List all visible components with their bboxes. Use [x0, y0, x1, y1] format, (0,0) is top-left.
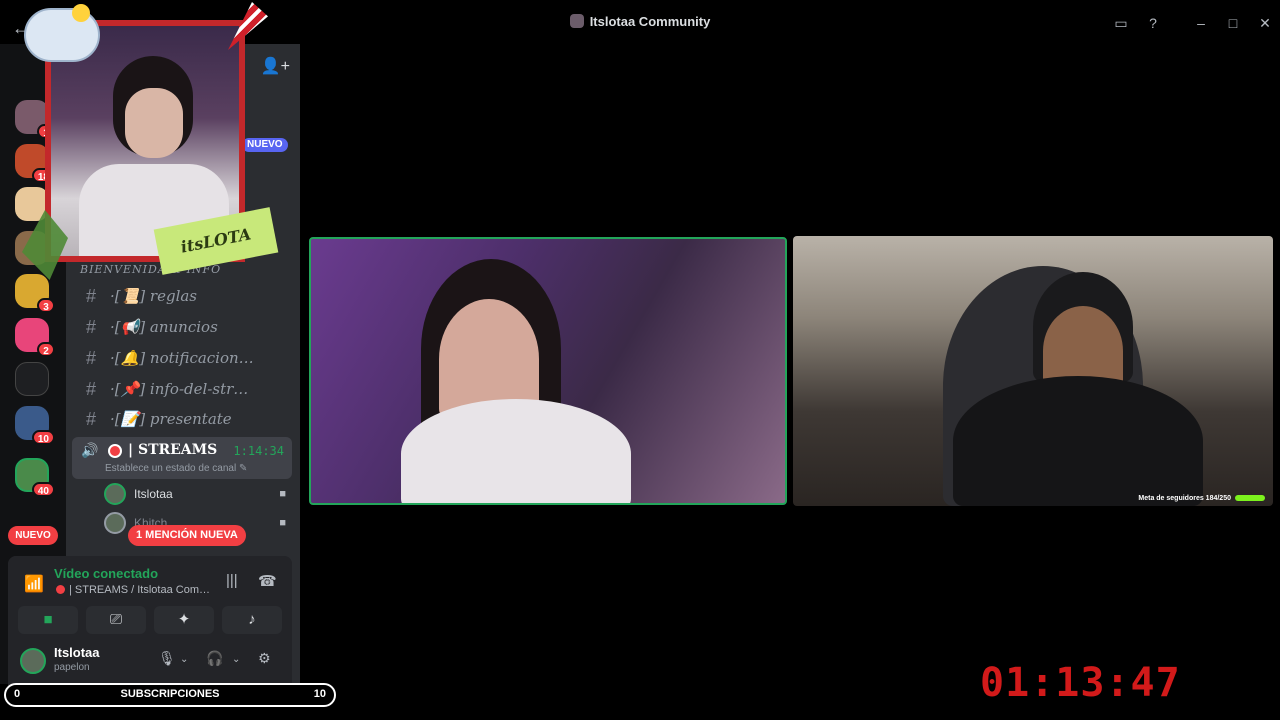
voice-user-itslotaa[interactable]: Itslotaa ■ — [104, 482, 294, 506]
camera-icon: ■ — [279, 488, 286, 500]
server-icon-2[interactable]: 18 — [15, 144, 55, 183]
camera-button[interactable]: ■ — [18, 606, 78, 634]
server-icon-9[interactable]: 40 — [15, 458, 55, 497]
new-badge[interactable]: NUEVO — [242, 138, 288, 152]
screen-share-icon: ⎚ — [109, 611, 122, 628]
voice-user-name: Itslotaa — [134, 487, 173, 501]
server-icon-5[interactable]: 3 — [15, 274, 55, 313]
streamer-shirt — [401, 399, 631, 503]
channel-anuncios[interactable]: # ·[📢] anuncios — [74, 313, 292, 341]
voice-channel-streams[interactable]: 🔊 | STREAMS 1:14:34 Establece un estado … — [72, 437, 292, 479]
voice-status-panel: 📶 Vídeo conectado | STREAMS / Itslotaa C… — [8, 556, 292, 642]
sun-decoration-icon — [72, 4, 90, 22]
new-servers-pill[interactable]: NUEVO — [8, 526, 58, 545]
inbox-icon[interactable]: ▭ — [1112, 14, 1130, 32]
soundboard-button[interactable]: ♪ — [222, 606, 282, 634]
maximize-icon[interactable]: □ — [1224, 14, 1242, 32]
video-stream-itslotaa[interactable] — [309, 237, 787, 505]
camera-icon: ■ — [279, 517, 286, 529]
activities-icon: ✦ — [177, 611, 191, 628]
chevron-down-icon[interactable]: ⌄ — [232, 654, 240, 665]
window-title-text: Itslotaa Community — [589, 14, 711, 29]
chevron-down-icon[interactable]: ⌄ — [180, 654, 188, 665]
person-shirt — [953, 376, 1203, 506]
streamer-face — [125, 88, 183, 158]
headphones-icon[interactable]: 🎧 — [206, 650, 223, 667]
follower-goal: Meta de seguidores 184/250 — [1138, 495, 1265, 502]
channel-name: ·[📝] presentate — [110, 410, 232, 428]
stream-timer: 01:13:47 — [980, 660, 1181, 706]
live-dot-icon — [108, 444, 122, 458]
subscriptions-bar: 0 SUBSCRIPCIONES 10 — [4, 683, 336, 707]
help-icon[interactable]: ? — [1144, 14, 1162, 32]
close-icon[interactable]: ✕ — [1256, 14, 1274, 32]
avatar — [104, 512, 126, 534]
new-mention-pill[interactable]: 1 MENCIÓN NUEVA — [128, 525, 246, 546]
channel-info-del-stream[interactable]: # ·[📌] info-del-str… — [74, 375, 292, 403]
signal-icon: 📶 — [24, 576, 44, 593]
voice-channel-name: | STREAMS — [128, 442, 218, 458]
channel-reglas[interactable]: # ·[📜] reglas — [74, 282, 292, 310]
server-icon-6[interactable]: 2 — [15, 318, 55, 357]
current-user-status: papelon — [54, 662, 90, 673]
server-icon — [569, 14, 584, 28]
set-channel-status[interactable]: Establece un estado de canal ✎ — [105, 463, 247, 474]
channel-status-text: Establece un estado de canal — [105, 463, 237, 474]
noise-suppression-icon[interactable]: ||| — [226, 572, 238, 589]
hash-icon: # — [85, 408, 96, 429]
server-icon-7[interactable] — [15, 362, 49, 396]
hash-icon: # — [85, 316, 96, 337]
soundboard-icon: ♪ — [248, 611, 256, 628]
channel-name: ·[📢] anuncios — [110, 318, 218, 336]
settings-gear-icon[interactable]: ⚙ — [258, 650, 271, 667]
unread-badge: 3 — [37, 298, 55, 313]
voice-location[interactable]: | STREAMS / Itslotaa Com… — [56, 584, 210, 596]
disconnect-icon[interactable]: ☎ — [258, 572, 277, 590]
activities-button[interactable]: ✦ — [154, 606, 214, 634]
hash-icon: # — [85, 347, 96, 368]
add-member-icon[interactable]: 👤+ — [261, 56, 290, 76]
channel-notificaciones[interactable]: # ·[🔔] notificacion… — [74, 344, 292, 372]
follower-goal-text: Meta de seguidores 184/250 — [1138, 495, 1231, 502]
microphone-icon[interactable]: 🎙 — [158, 650, 176, 667]
channel-name: ·[🔔] notificacion… — [110, 349, 254, 367]
server-icon-1[interactable]: 1 — [15, 100, 55, 139]
avatar[interactable] — [20, 648, 46, 674]
minimize-icon[interactable]: – — [1192, 14, 1210, 32]
channel-name: ·[📌] info-del-str… — [110, 380, 249, 398]
unread-badge: 2 — [37, 342, 55, 357]
subs-label: SUBSCRIPCIONES — [120, 688, 220, 700]
camera-icon: ■ — [43, 611, 53, 628]
channel-name: ·[📜] reglas — [110, 287, 198, 305]
unread-badge: 40 — [31, 482, 55, 497]
avatar — [104, 483, 126, 505]
server-icon-8[interactable]: 10 — [15, 406, 55, 445]
hash-icon: # — [85, 378, 96, 399]
voice-location-text: | STREAMS / Itslotaa Com… — [69, 584, 211, 596]
live-dot-icon — [56, 585, 65, 594]
voice-connected-status[interactable]: Vídeo conectado — [54, 566, 158, 581]
video-stream-khitch[interactable]: Meta de seguidores 184/250 — [793, 236, 1273, 506]
channel-presentate[interactable]: # ·[📝] presentate — [74, 405, 292, 433]
user-panel: Itslotaa papelon 🎙 ⌄ 🎧 ⌄ ⚙ — [8, 642, 292, 684]
hash-icon: # — [85, 285, 96, 306]
follower-goal-bar — [1235, 495, 1265, 501]
current-username[interactable]: Itslotaa — [54, 645, 100, 660]
unread-badge: 10 — [31, 430, 55, 445]
screen-share-button[interactable]: ⎚ — [86, 606, 146, 634]
voice-channel-time: 1:14:34 — [233, 444, 284, 458]
speaker-icon: 🔊 — [81, 442, 99, 458]
subs-goal: 10 — [313, 688, 326, 700]
